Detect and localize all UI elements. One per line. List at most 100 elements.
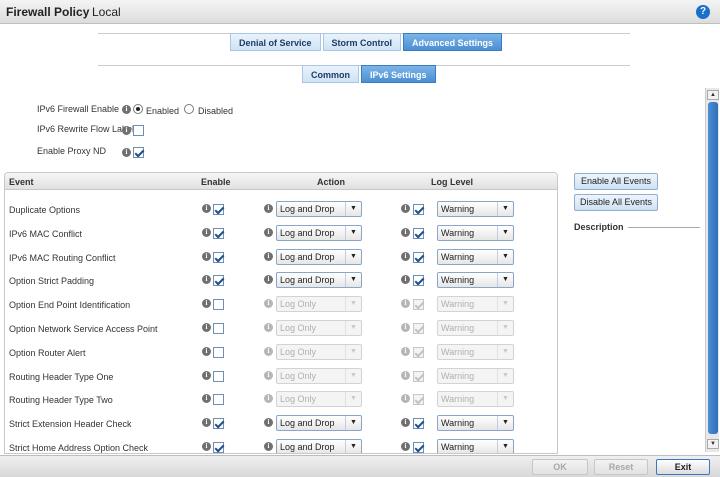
title-bar: Firewall Policy Local ?: [0, 0, 720, 24]
log-level-select[interactable]: Warning ▼: [437, 439, 514, 453]
chevron-down-icon: ▼: [345, 202, 361, 216]
enable-checkbox[interactable]: [213, 299, 224, 311]
log-checkbox[interactable]: [413, 370, 424, 382]
tab-ipv6-settings[interactable]: IPv6 Settings: [361, 65, 436, 83]
disabled-label: Disabled: [198, 106, 234, 116]
enable-checkbox[interactable]: [213, 227, 224, 239]
log-level-select[interactable]: Warning ▼: [437, 248, 514, 265]
log-checkbox[interactable]: [413, 323, 424, 334]
enable-checkbox[interactable]: [213, 442, 224, 453]
log-level-select[interactable]: Warning ▼: [437, 391, 514, 408]
table-row: Option Network Service Access Point i i Log…: [5, 317, 557, 340]
info-icon: i: [264, 299, 273, 309]
firewall-disabled-radio[interactable]: [184, 104, 194, 114]
scroll-up-icon[interactable]: ▲: [707, 90, 719, 100]
log-checkbox[interactable]: [413, 204, 424, 215]
action-select[interactable]: Log Only ▼: [276, 367, 362, 384]
log-level-select[interactable]: Warning ▼: [437, 296, 514, 313]
info-icon: i: [122, 148, 131, 157]
log-level-select[interactable]: Warning ▼: [437, 415, 514, 432]
info-icon: i: [401, 370, 410, 380]
action-select[interactable]: Log and Drop ▼: [276, 272, 362, 289]
info-icon: i: [122, 126, 131, 135]
table-row: Option End Point Identification i i Log Onl…: [5, 293, 557, 316]
rewrite-flow-checkbox[interactable]: [133, 125, 144, 136]
enable-checkbox[interactable]: [213, 323, 224, 334]
action-select[interactable]: Log and Drop ▼: [276, 415, 362, 432]
action-value: Log Only: [280, 323, 317, 333]
action-value: Log Only: [280, 346, 317, 357]
action-select[interactable]: Log and Drop ▼: [276, 224, 362, 241]
info-icon: i: [202, 346, 211, 356]
log-checkbox[interactable]: [413, 227, 424, 239]
enable-all-events-button[interactable]: Enable All Events: [574, 173, 658, 190]
help-icon[interactable]: ?: [696, 5, 710, 19]
sub-tabbar: Common IPv6 Settings: [302, 65, 438, 83]
action-select[interactable]: Log and Drop ▼: [276, 248, 362, 265]
log-level-value: Warning: [441, 442, 475, 452]
exit-button[interactable]: Exit: [656, 459, 710, 475]
log-checkbox[interactable]: [413, 346, 424, 358]
enable-checkbox[interactable]: [213, 394, 224, 406]
event-name: Strict Extension Header Check: [9, 419, 132, 430]
chevron-down-icon: ▼: [497, 440, 513, 453]
action-select[interactable]: Log Only ▼: [276, 296, 362, 313]
chevron-down-icon: ▼: [497, 249, 513, 264]
tab-advanced-settings[interactable]: Advanced Settings: [403, 33, 503, 51]
log-checkbox[interactable]: [413, 299, 424, 311]
tab-storm-control[interactable]: Storm Control: [322, 33, 402, 51]
action-select[interactable]: Log and Drop ▼: [276, 201, 362, 217]
scroll-down-icon[interactable]: ▼: [707, 439, 719, 449]
chevron-down-icon: ▼: [497, 225, 513, 240]
enable-checkbox[interactable]: [213, 275, 224, 287]
enable-checkbox[interactable]: [213, 346, 224, 358]
log-level-select[interactable]: Warning ▼: [437, 272, 514, 289]
log-level-value: Warning: [441, 346, 475, 357]
event-name: Option Strict Padding: [9, 276, 95, 287]
enable-checkbox[interactable]: [213, 418, 224, 430]
log-level-select[interactable]: Warning ▼: [437, 224, 514, 241]
log-checkbox[interactable]: [413, 418, 424, 430]
action-select[interactable]: Log Only ▼: [276, 343, 362, 360]
ok-button[interactable]: OK: [532, 459, 588, 475]
log-level-value: Warning: [441, 394, 475, 405]
firewall-enabled-radio[interactable]: [133, 104, 143, 114]
info-icon: i: [401, 204, 410, 213]
info-icon: i: [202, 299, 211, 309]
vertical-scrollbar[interactable]: ▲ ▼: [705, 88, 719, 452]
log-level-select[interactable]: Warning ▼: [437, 201, 514, 217]
info-icon: i: [401, 418, 410, 428]
reset-button[interactable]: Reset: [594, 459, 648, 475]
disable-all-events-button[interactable]: Disable All Events: [574, 194, 658, 211]
chevron-down-icon: ▼: [345, 368, 361, 383]
ipv6-firewall-label: IPv6 Firewall Enable: [37, 104, 120, 114]
info-icon: i: [401, 275, 410, 285]
chevron-down-icon: ▼: [345, 225, 361, 240]
action-select[interactable]: Log Only ▼: [276, 391, 362, 408]
info-icon: i: [202, 370, 211, 380]
log-checkbox[interactable]: [413, 251, 424, 263]
log-level-select[interactable]: Warning ▼: [437, 343, 514, 360]
log-level-select[interactable]: Warning ▼: [437, 320, 514, 336]
log-level-select[interactable]: Warning ▼: [437, 367, 514, 384]
info-icon: i: [202, 394, 211, 404]
action-value: Log and Drop: [280, 251, 335, 262]
log-level-value: Warning: [441, 299, 475, 310]
table-row: Duplicate Options i i Log and Drop ▼ i Warning…: [5, 198, 557, 221]
enable-checkbox[interactable]: [213, 204, 224, 215]
scroll-thumb[interactable]: [708, 102, 718, 434]
proxy-nd-checkbox[interactable]: [133, 147, 144, 158]
tab-common[interactable]: Common: [302, 65, 359, 83]
log-checkbox[interactable]: [413, 275, 424, 287]
action-value: Log and Drop: [280, 418, 335, 429]
enable-checkbox[interactable]: [213, 251, 224, 263]
info-icon: i: [122, 105, 131, 114]
info-icon: i: [264, 227, 273, 237]
info-icon: i: [202, 204, 211, 213]
tab-denial-of-service[interactable]: Denial of Service: [230, 33, 321, 51]
enable-checkbox[interactable]: [213, 370, 224, 382]
log-checkbox[interactable]: [413, 442, 424, 453]
log-checkbox[interactable]: [413, 394, 424, 406]
action-select[interactable]: Log Only ▼: [276, 320, 362, 336]
action-select[interactable]: Log and Drop ▼: [276, 439, 362, 453]
